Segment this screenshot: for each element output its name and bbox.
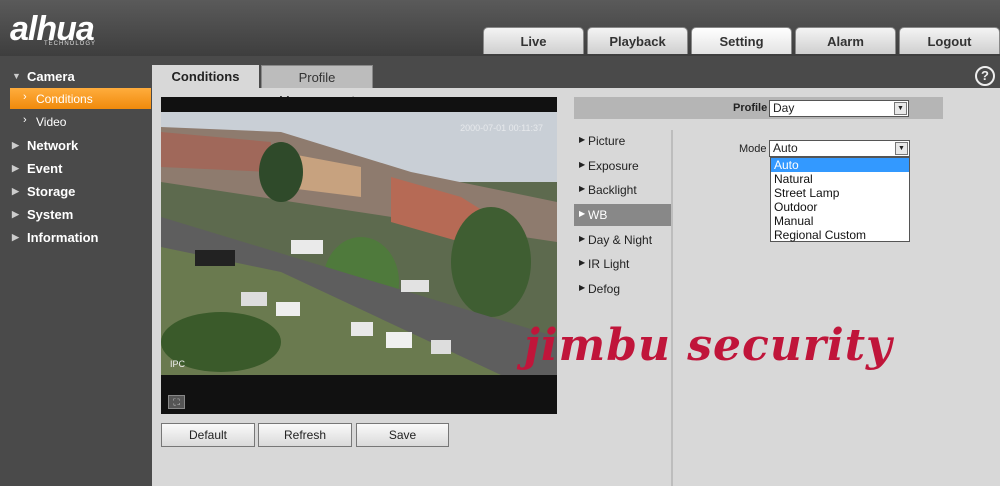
- chevron-down-icon[interactable]: ▼: [894, 102, 907, 115]
- fullscreen-icon[interactable]: ⛶: [168, 395, 185, 409]
- caret-down-icon: ▼: [12, 71, 21, 81]
- menu-item-ir-light[interactable]: ▶ IR Light: [574, 253, 671, 275]
- caret-right-icon: ▶: [579, 184, 586, 193]
- mode-option-street-lamp[interactable]: Street Lamp: [771, 186, 909, 200]
- video-preview: 2000-07-01 00:11:37 IPC ⛶: [161, 97, 557, 414]
- sidebar-section-storage[interactable]: ▶ Storage: [0, 181, 152, 202]
- menu-item-defog[interactable]: ▶ Defog: [574, 278, 671, 300]
- sidebar-item-video[interactable]: › Video: [10, 111, 151, 132]
- default-button[interactable]: Default: [161, 423, 255, 447]
- chevron-right-icon: ›: [23, 114, 27, 126]
- video-timestamp: 2000-07-01 00:11:37: [460, 123, 543, 133]
- mode-label: Mode: [739, 143, 767, 155]
- caret-right-icon: ▶: [12, 209, 19, 219]
- nav-tab-playback[interactable]: Playback: [587, 27, 688, 54]
- mode-option-outdoor[interactable]: Outdoor: [771, 200, 909, 214]
- sidebar-section-network[interactable]: ▶ Network: [0, 135, 152, 156]
- caret-right-icon: ▶: [579, 234, 586, 243]
- mode-option-manual[interactable]: Manual: [771, 214, 909, 228]
- mode-select[interactable]: Auto ▼: [769, 140, 910, 157]
- sidebar-section-label: System: [27, 207, 74, 222]
- tab-conditions[interactable]: Conditions: [152, 65, 259, 88]
- nav-tab-alarm[interactable]: Alarm: [795, 27, 896, 54]
- camera-view-image: [161, 112, 557, 375]
- brand-logo-subtitle: TECHNOLOGY: [44, 41, 97, 47]
- watermark-text: jimbu security: [524, 320, 893, 371]
- menu-item-label: Backlight: [588, 183, 637, 197]
- menu-item-label: Defog: [588, 282, 621, 296]
- video-overlay-label: IPC: [170, 359, 186, 369]
- refresh-button[interactable]: Refresh: [258, 423, 352, 447]
- sidebar-section-label: Event: [27, 161, 63, 176]
- sidebar-section-camera[interactable]: ▼ Camera: [0, 66, 152, 87]
- sidebar-section-label: Storage: [27, 184, 76, 199]
- menu-item-picture[interactable]: ▶ Picture: [574, 130, 671, 152]
- caret-right-icon: ▶: [12, 186, 19, 196]
- menu-item-label: WB: [588, 208, 608, 222]
- menu-item-day-night[interactable]: ▶ Day & Night: [574, 229, 671, 251]
- profile-select[interactable]: Day ▼: [769, 100, 909, 117]
- mode-option-natural[interactable]: Natural: [771, 172, 909, 186]
- caret-right-icon: ▶: [12, 232, 19, 242]
- mode-select-value: Auto: [773, 141, 798, 155]
- caret-right-icon: ▶: [579, 258, 586, 267]
- menu-item-label: IR Light: [588, 257, 630, 271]
- profile-select-value: Day: [773, 101, 795, 115]
- sidebar-section-label: Camera: [27, 69, 75, 84]
- caret-right-icon: ▶: [579, 160, 586, 169]
- main-nav: Live Playback Setting Alarm Logout: [483, 27, 1000, 54]
- sidebar-section-label: Information: [27, 230, 99, 245]
- menu-item-wb[interactable]: ▶ WB: [574, 204, 671, 226]
- menu-item-label: Exposure: [588, 159, 639, 173]
- caret-right-icon: ▶: [579, 283, 586, 292]
- mode-dropdown-list: Auto Natural Street Lamp Outdoor Manual …: [770, 157, 910, 242]
- sidebar-item-label: Video: [36, 115, 67, 129]
- sidebar-section-system[interactable]: ▶ System: [0, 204, 152, 225]
- sidebar-item-conditions[interactable]: › Conditions: [10, 88, 151, 109]
- mode-option-regional-custom[interactable]: Regional Custom: [771, 228, 909, 242]
- help-icon[interactable]: ?: [975, 66, 995, 86]
- nav-tab-logout[interactable]: Logout: [899, 27, 1000, 54]
- nav-tab-live[interactable]: Live: [483, 27, 584, 54]
- caret-right-icon: ▶: [12, 140, 19, 150]
- panel-divider: [671, 130, 673, 486]
- menu-item-exposure[interactable]: ▶ Exposure: [574, 155, 671, 177]
- sidebar-section-information[interactable]: ▶ Information: [0, 227, 152, 248]
- mode-option-auto[interactable]: Auto: [771, 158, 909, 172]
- tab-profile-management[interactable]: Profile Management: [261, 65, 373, 108]
- menu-item-label: Picture: [588, 134, 626, 148]
- chevron-down-icon[interactable]: ▼: [895, 142, 908, 155]
- sidebar-section-event[interactable]: ▶ Event: [0, 158, 152, 179]
- sidebar-item-label: Conditions: [36, 92, 93, 106]
- nav-tab-setting[interactable]: Setting: [691, 27, 792, 54]
- caret-right-icon: ▶: [579, 209, 586, 218]
- caret-right-icon: ▶: [12, 163, 19, 173]
- caret-right-icon: ▶: [579, 135, 586, 144]
- chevron-right-icon: ›: [23, 91, 27, 103]
- menu-item-backlight[interactable]: ▶ Backlight: [574, 179, 671, 201]
- save-button[interactable]: Save: [356, 423, 449, 447]
- menu-item-label: Day & Night: [588, 233, 653, 247]
- sidebar-section-label: Network: [27, 138, 79, 153]
- profile-label: Profile: [733, 102, 768, 114]
